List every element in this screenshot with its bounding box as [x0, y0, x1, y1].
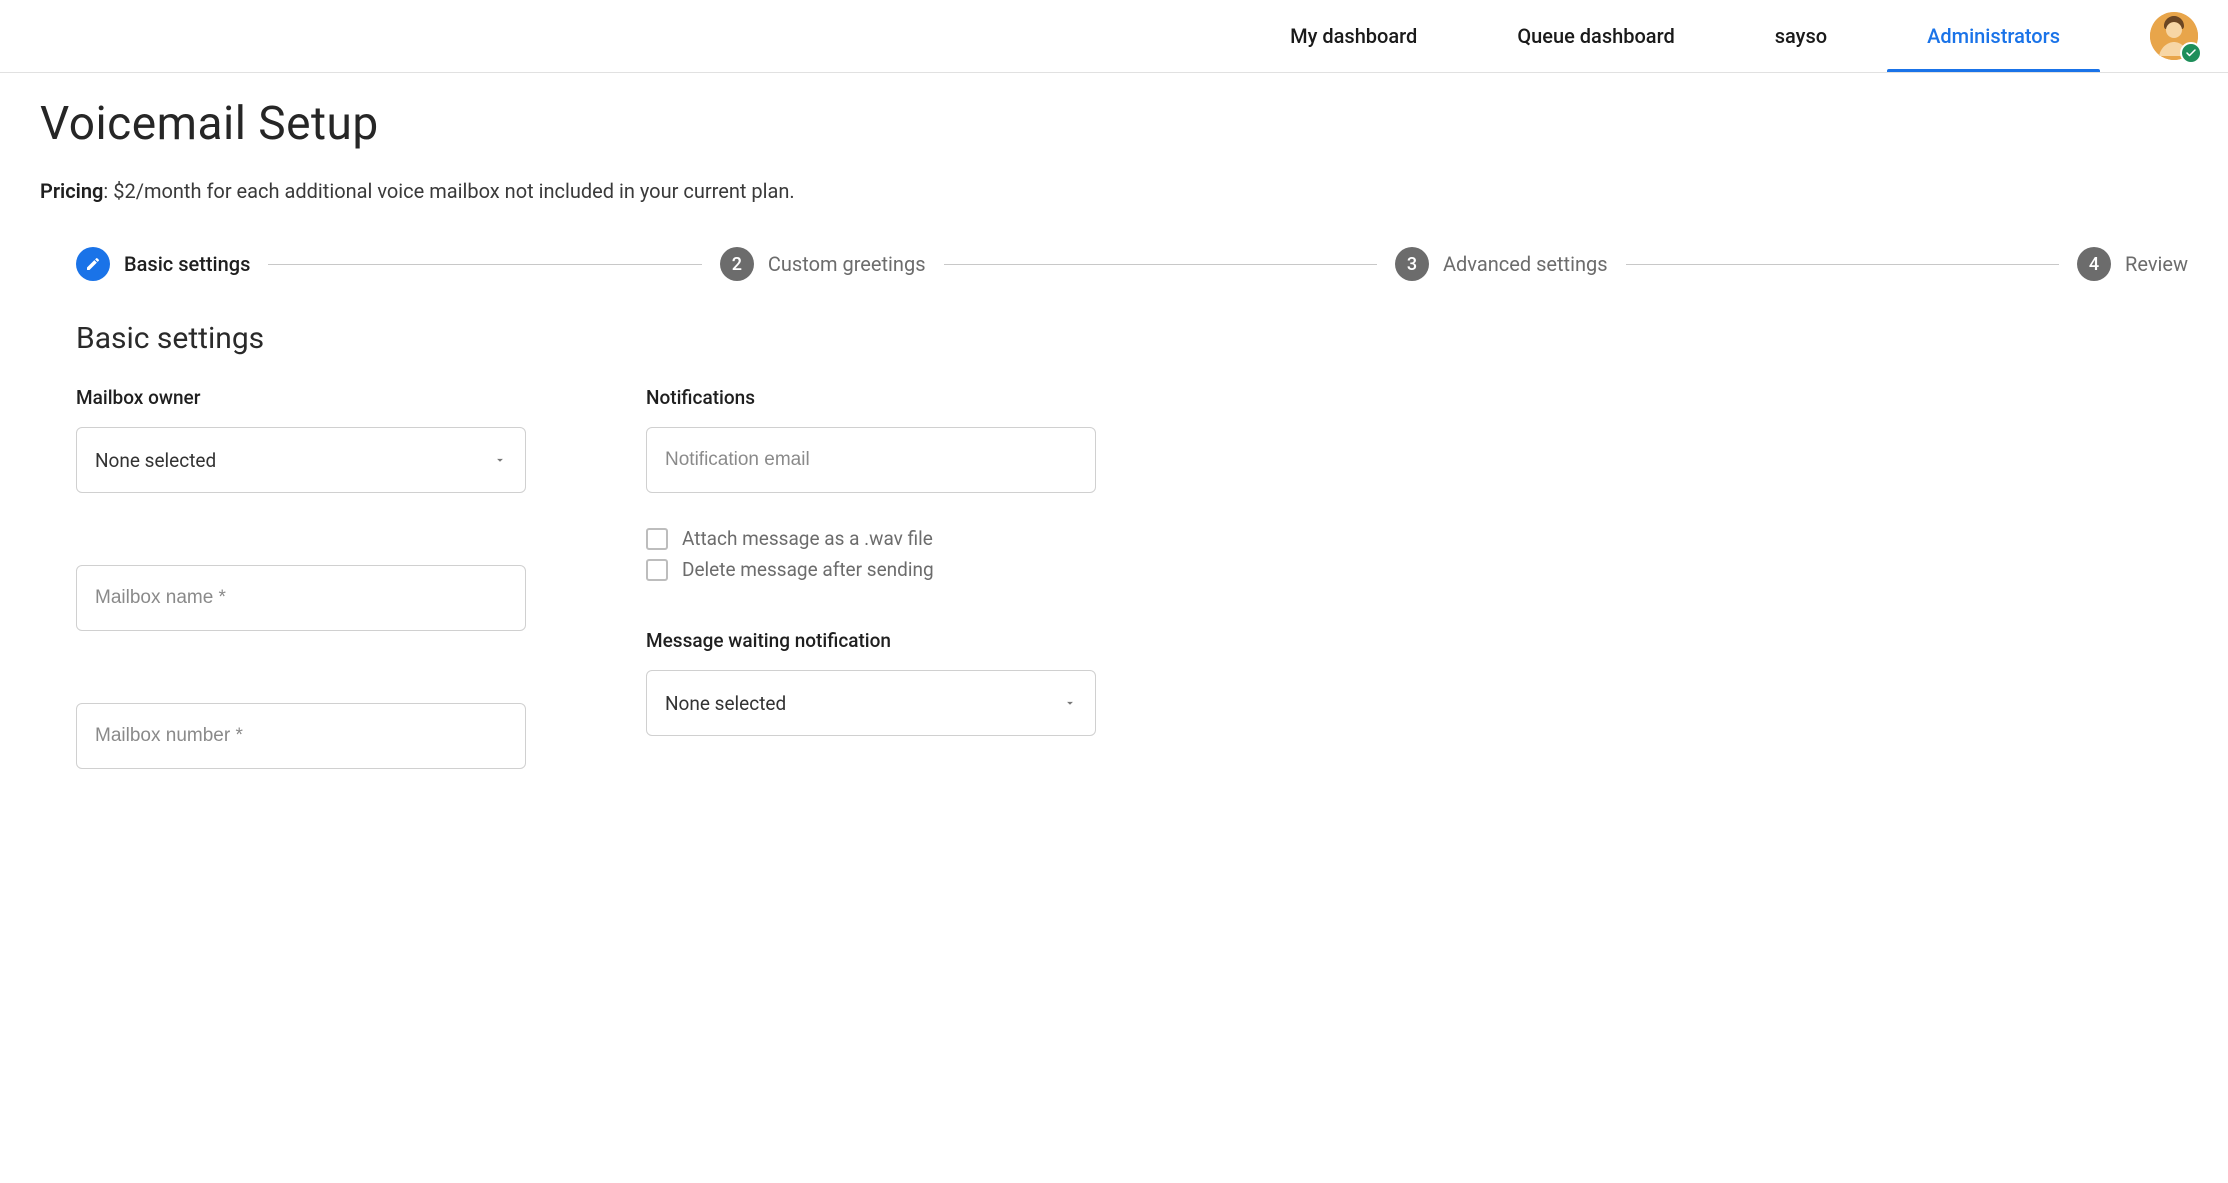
attach-wav-checkbox-row[interactable]: Attach message as a .wav file — [646, 527, 1096, 550]
step-number: 4 — [2089, 254, 2099, 275]
mailbox-owner-label: Mailbox owner — [76, 386, 526, 409]
tab-administrators[interactable]: Administrators — [1877, 0, 2110, 72]
online-status-badge — [2180, 42, 2202, 64]
attach-wav-label: Attach message as a .wav file — [682, 527, 933, 550]
step-advanced-settings[interactable]: 3 Advanced settings — [1395, 247, 1608, 281]
top-header: My dashboard Queue dashboard sayso Admin… — [0, 0, 2228, 73]
step-label: Review — [2125, 252, 2188, 276]
mailbox-owner-select[interactable]: None selected — [76, 427, 526, 493]
step-circle — [76, 247, 110, 281]
step-label: Custom greetings — [768, 252, 926, 276]
mwi-select[interactable]: None selected — [646, 670, 1096, 736]
page-title: Voicemail Setup — [40, 97, 2188, 151]
select-value: None selected — [665, 692, 786, 715]
step-custom-greetings[interactable]: 2 Custom greetings — [720, 247, 926, 281]
tab-label: Queue dashboard — [1517, 24, 1674, 48]
wizard-stepper: Basic settings 2 Custom greetings 3 Adva… — [76, 247, 2188, 281]
pricing-info: Pricing: $2/month for each additional vo… — [40, 179, 2188, 203]
notification-email-field[interactable] — [646, 427, 1096, 493]
mailbox-name-field[interactable] — [76, 565, 526, 631]
step-review[interactable]: 4 Review — [2077, 247, 2188, 281]
attach-wav-checkbox[interactable] — [646, 528, 668, 550]
user-avatar[interactable] — [2150, 12, 2198, 60]
form-grid: Mailbox owner None selected Notification… — [76, 386, 2188, 769]
page-body: Voicemail Setup Pricing: $2/month for ea… — [0, 73, 2228, 829]
step-circle: 3 — [1395, 247, 1429, 281]
select-value: None selected — [95, 449, 216, 472]
section-heading: Basic settings — [76, 321, 2188, 356]
step-number: 3 — [1407, 254, 1417, 275]
delete-after-label: Delete message after sending — [682, 558, 934, 581]
tab-sayso[interactable]: sayso — [1725, 0, 1877, 72]
step-circle: 4 — [2077, 247, 2111, 281]
mailbox-number-input[interactable] — [95, 704, 507, 768]
pricing-label: Pricing — [40, 179, 103, 203]
caret-down-icon — [493, 449, 507, 472]
step-number: 2 — [732, 254, 742, 275]
pencil-icon — [85, 256, 101, 272]
step-circle: 2 — [720, 247, 754, 281]
delete-after-checkbox[interactable] — [646, 559, 668, 581]
mailbox-name-input[interactable] — [95, 566, 507, 630]
step-label: Advanced settings — [1443, 252, 1608, 276]
mwi-label: Message waiting notification — [646, 629, 1096, 652]
tab-queue-dashboard[interactable]: Queue dashboard — [1467, 0, 1724, 72]
step-connector — [944, 264, 1377, 265]
left-column: Mailbox owner None selected — [76, 386, 526, 769]
mailbox-number-field[interactable] — [76, 703, 526, 769]
right-column: Notifications Attach message as a .wav f… — [646, 386, 1096, 769]
check-icon — [2185, 47, 2197, 59]
step-basic-settings[interactable]: Basic settings — [76, 247, 250, 281]
tab-label: Administrators — [1927, 24, 2060, 48]
step-connector — [268, 264, 701, 265]
tab-my-dashboard[interactable]: My dashboard — [1240, 0, 1467, 72]
notification-email-input[interactable] — [665, 428, 1077, 492]
notifications-label: Notifications — [646, 386, 1096, 409]
step-connector — [1626, 264, 2059, 265]
nav-tabs: My dashboard Queue dashboard sayso Admin… — [1240, 0, 2110, 72]
caret-down-icon — [1063, 692, 1077, 715]
tab-label: sayso — [1775, 24, 1827, 48]
tab-label: My dashboard — [1290, 24, 1417, 48]
pricing-text: : $2/month for each additional voice mai… — [103, 179, 794, 203]
step-label: Basic settings — [124, 252, 250, 276]
delete-after-checkbox-row[interactable]: Delete message after sending — [646, 558, 1096, 581]
